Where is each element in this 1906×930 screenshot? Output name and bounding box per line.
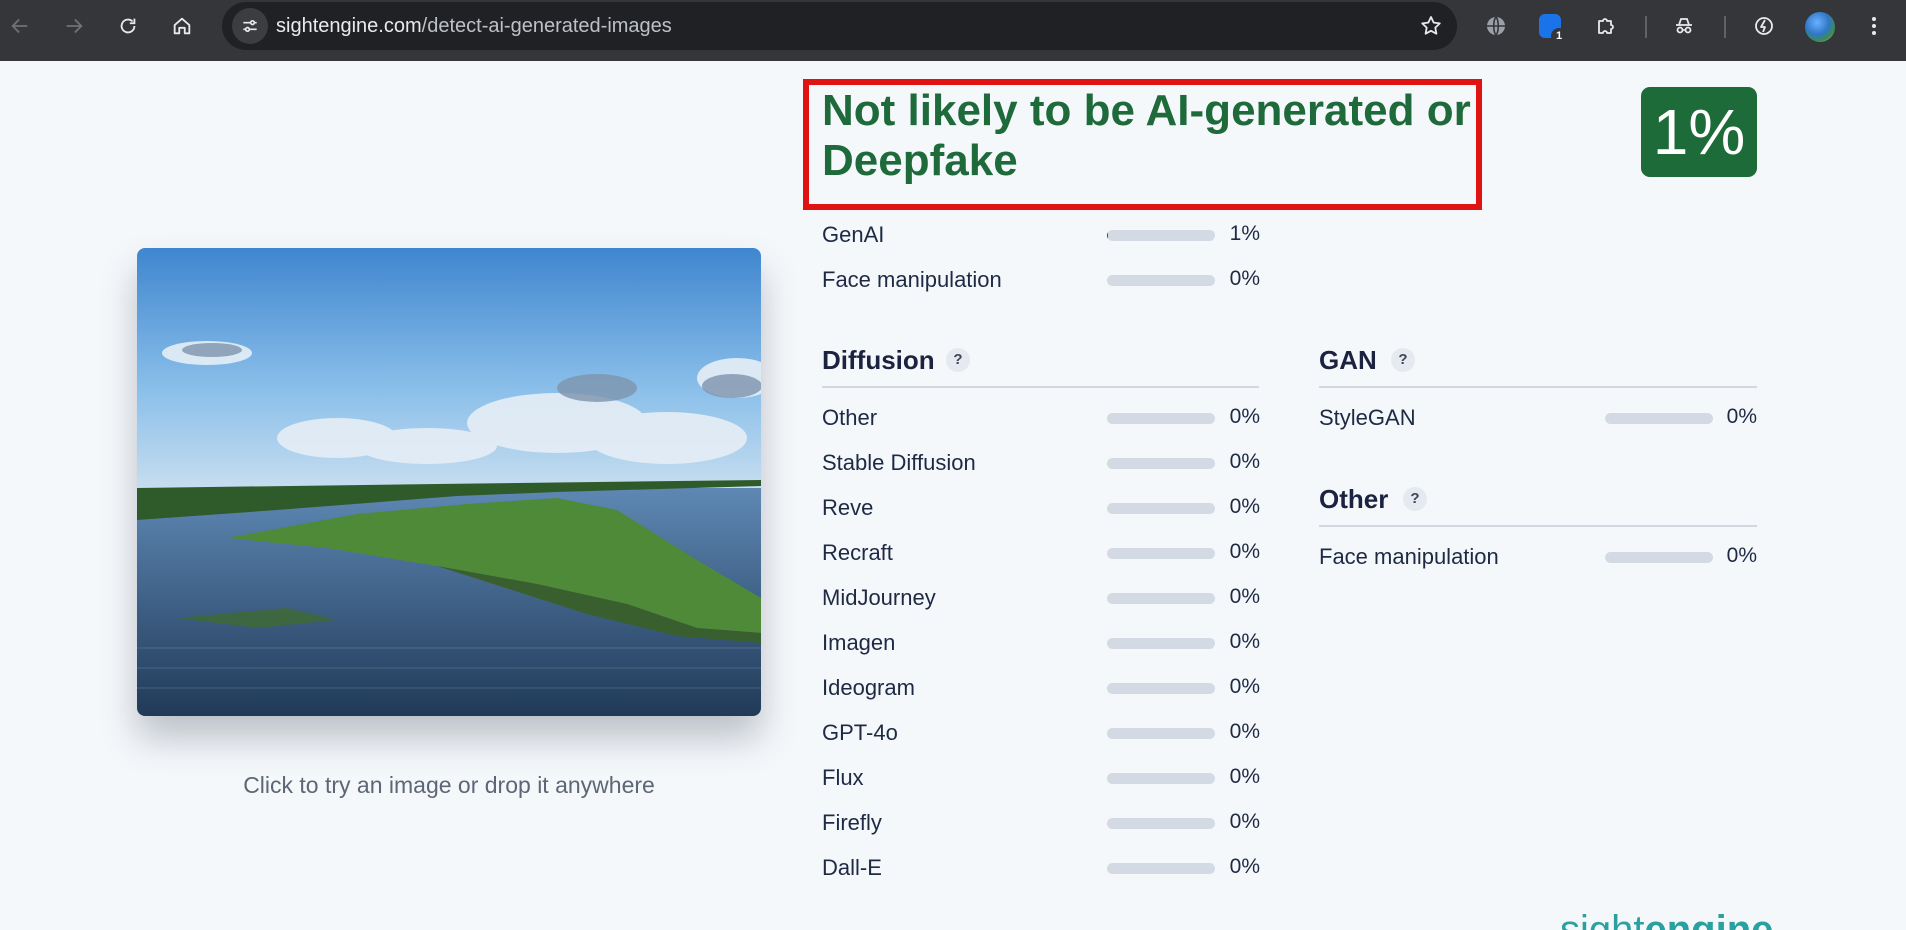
upload-caption[interactable]: Click to try an image or drop it anywher…	[137, 772, 761, 799]
score-label: Ideogram	[822, 675, 915, 700]
score-row: Stable Diffusion 0%	[822, 448, 1260, 478]
score-label: Dall-E	[822, 855, 882, 880]
score-label: Other	[822, 405, 878, 430]
score-row: GPT-4o 0%	[822, 718, 1260, 748]
score-row: Flux 0%	[822, 763, 1260, 793]
performance-icon[interactable]	[1746, 8, 1782, 44]
kebab-menu-icon[interactable]	[1856, 8, 1892, 44]
score-label: Firefly	[822, 810, 882, 835]
score-label: Face manipulation	[1319, 544, 1499, 569]
score-row: Face manipulation 0%	[822, 265, 1260, 295]
score-percent: 0%	[1229, 810, 1260, 833]
score-percent: 0%	[1229, 630, 1260, 653]
score-bar	[1107, 818, 1215, 829]
score-percent: 0%	[1229, 585, 1260, 608]
score-bar	[1107, 458, 1215, 469]
extension-badge-count: 1	[1551, 28, 1567, 44]
site-info-icon[interactable]	[232, 8, 268, 44]
score-label: Reve	[822, 495, 874, 520]
score-label: MidJourney	[822, 585, 936, 610]
address-bar[interactable]: sightengine.com/detect-ai-generated-imag…	[222, 2, 1457, 50]
score-label: GenAI	[822, 222, 885, 247]
profile-avatar[interactable]	[1805, 12, 1835, 42]
score-row: Face manipulation 0%	[1319, 542, 1757, 572]
score-row: Firefly 0%	[822, 808, 1260, 838]
score-percent: 0%	[1229, 540, 1260, 563]
verdict-title: Not likely to be AI-generated or Deepfak…	[822, 86, 1471, 185]
diffusion-help-icon[interactable]: ?	[946, 348, 970, 372]
score-percent: 0%	[1229, 450, 1260, 473]
section-title-gan: GAN	[1319, 345, 1377, 375]
score-percent: 0%	[1229, 675, 1260, 698]
score-bar	[1107, 230, 1215, 241]
score-bar	[1107, 728, 1215, 739]
section-divider	[822, 386, 1259, 388]
score-bar	[1107, 773, 1215, 784]
score-label: Stable Diffusion	[822, 450, 976, 475]
home-icon[interactable]	[164, 8, 200, 44]
back-arrow-icon[interactable]	[2, 8, 38, 44]
score-label: Flux	[822, 765, 864, 790]
score-bar	[1605, 413, 1713, 424]
score-bar	[1107, 638, 1215, 649]
score-bar	[1107, 275, 1215, 286]
toolbar-divider	[1724, 16, 1726, 38]
brand-part2: engine	[1644, 908, 1774, 930]
score-bar	[1107, 548, 1215, 559]
score-percent: 0%	[1229, 765, 1260, 788]
score-label: GPT-4o	[822, 720, 898, 745]
section-divider	[1319, 386, 1757, 388]
score-bar	[1605, 552, 1713, 563]
other-help-icon[interactable]: ?	[1403, 487, 1427, 511]
score-row: Ideogram 0%	[822, 673, 1260, 703]
score-row: Dall-E 0%	[822, 853, 1260, 883]
score-label: Face manipulation	[822, 267, 1002, 292]
score-percent: 0%	[1229, 495, 1260, 518]
url-path: /detect-ai-generated-images	[421, 15, 672, 37]
score-bar	[1107, 683, 1215, 694]
url-host: sightengine.com	[276, 15, 422, 37]
score-percent: 1%	[1229, 222, 1260, 245]
score-percent: 0%	[1229, 267, 1260, 290]
score-label: StyleGAN	[1319, 405, 1416, 430]
brand-part1: sight	[1560, 908, 1645, 930]
score-percent: 0%	[1229, 855, 1260, 878]
score-row: Recraft 0%	[822, 538, 1260, 568]
score-percent: 0%	[1726, 544, 1757, 567]
forward-arrow-icon[interactable]	[56, 8, 92, 44]
translate-globe-icon[interactable]	[1478, 8, 1514, 44]
analyzed-image[interactable]	[137, 248, 761, 716]
score-bar-fill	[1107, 230, 1109, 241]
score-bar	[1107, 413, 1215, 424]
score-percent: 0%	[1726, 405, 1757, 428]
score-row: StyleGAN 0%	[1319, 403, 1757, 433]
section-title-other: Other	[1319, 484, 1389, 514]
score-row: Reve 0%	[822, 493, 1260, 523]
score-bar	[1107, 863, 1215, 874]
puzzle-icon[interactable]	[1588, 8, 1624, 44]
score-row: Other 0%	[822, 403, 1260, 433]
score-row: Imagen 0%	[822, 628, 1260, 658]
score-label: Recraft	[822, 540, 893, 565]
overall-score-badge: 1%	[1641, 87, 1757, 177]
section-divider	[1319, 525, 1757, 527]
score-label: Imagen	[822, 630, 896, 655]
score-percent: 0%	[1229, 720, 1260, 743]
section-title-diffusion: Diffusion	[822, 345, 935, 375]
score-bar	[1107, 503, 1215, 514]
url-text[interactable]: sightengine.com/detect-ai-generated-imag…	[276, 15, 672, 38]
browser-toolbar: sightengine.com/detect-ai-generated-imag…	[0, 0, 1906, 61]
score-percent: 0%	[1229, 405, 1260, 428]
score-row: MidJourney 0%	[822, 583, 1260, 613]
bookmark-star-icon[interactable]	[1415, 10, 1447, 42]
toolbar-divider	[1645, 16, 1647, 38]
score-bar	[1107, 593, 1215, 604]
score-row: GenAI 1%	[822, 220, 1260, 250]
reload-icon[interactable]	[110, 8, 146, 44]
gan-help-icon[interactable]: ?	[1391, 348, 1415, 372]
incognito-icon[interactable]	[1666, 8, 1702, 44]
sightengine-logo[interactable]: sightengine	[1560, 908, 1773, 930]
